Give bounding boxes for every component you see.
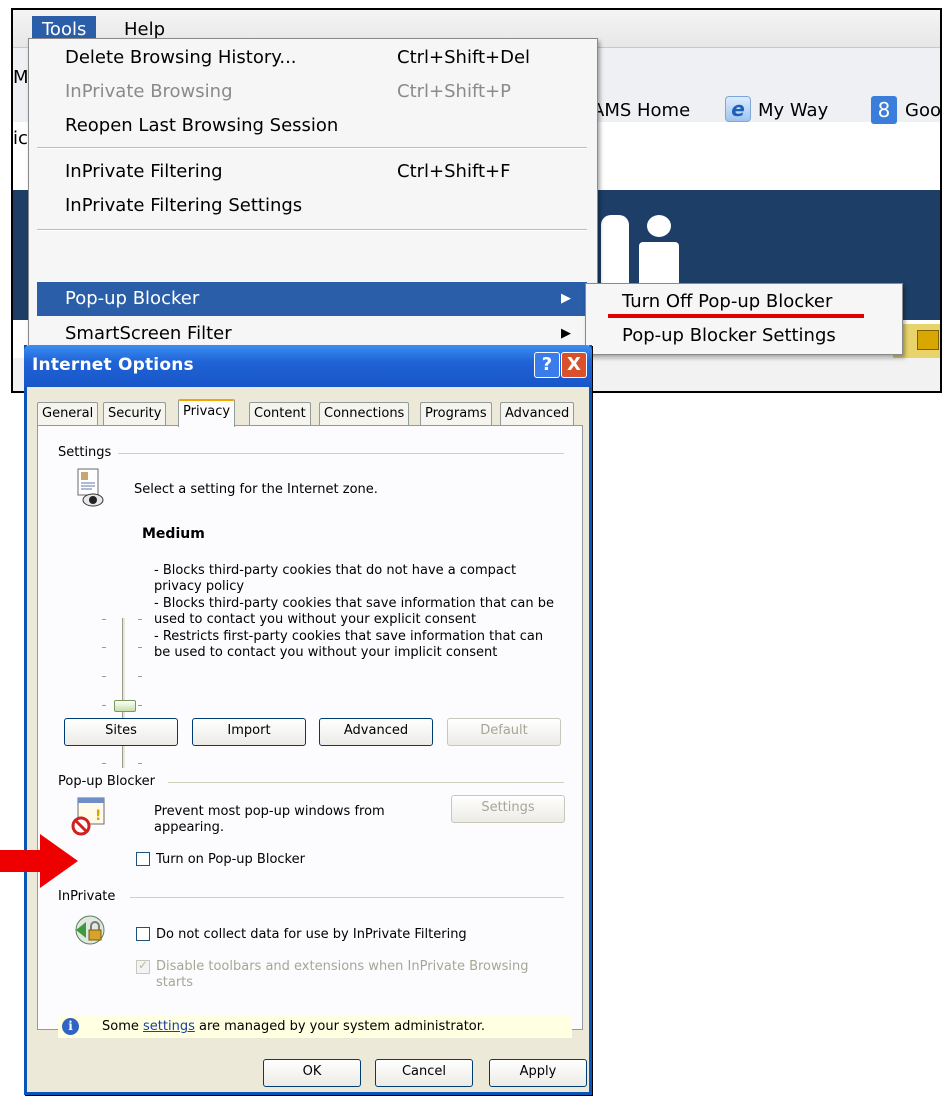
internet-explorer-icon: e: [725, 96, 751, 122]
favorites-partial-text: M: [13, 67, 29, 88]
tab-strip: General Security Privacy Content Connect…: [37, 399, 583, 427]
close-button[interactable]: X: [561, 352, 587, 378]
tab-privacy[interactable]: Privacy: [178, 399, 236, 427]
google-icon: 8: [871, 96, 897, 124]
advanced-button[interactable]: Advanced: [319, 718, 433, 746]
internet-options-dialog: Internet Options ? X General Security Pr…: [24, 345, 592, 1095]
favorite-google[interactable]: Goo: [905, 100, 940, 121]
address-partial-text: ic: [13, 128, 28, 149]
slider-tick: [138, 619, 142, 620]
ok-button[interactable]: OK: [263, 1059, 361, 1087]
inprivate-group-label: InPrivate: [58, 889, 122, 904]
dialog-titlebar[interactable]: Internet Options ? X: [24, 345, 592, 387]
import-button[interactable]: Import: [192, 718, 306, 746]
apply-button[interactable]: Apply: [489, 1059, 587, 1087]
tab-programs[interactable]: Programs: [420, 402, 492, 426]
slider-tick: [138, 763, 142, 764]
group-divider: [118, 453, 564, 454]
slider-tick: [102, 763, 106, 764]
tab-general[interactable]: General: [37, 402, 99, 426]
popup-blocker-group-label: Pop-up Blocker: [58, 774, 161, 789]
svg-text:!: !: [95, 808, 101, 824]
popup-blocked-icon: !: [68, 796, 108, 836]
privacy-level-label: Medium: [142, 526, 205, 542]
sites-button[interactable]: Sites: [64, 718, 178, 746]
favorite-my-way[interactable]: My Way: [758, 100, 828, 121]
menu-item-label: Pop-up Blocker: [65, 288, 200, 309]
slider-tick: [138, 676, 142, 677]
popup-blocker-submenu: Turn Off Pop-up Blocker Pop-up Blocker S…: [585, 283, 903, 355]
inprivate-filtering-label: Do not collect data for use by InPrivate…: [156, 927, 467, 942]
tab-security[interactable]: Security: [103, 402, 167, 426]
help-button[interactable]: ?: [534, 352, 560, 378]
inprivate-filtering-checkbox[interactable]: [136, 927, 150, 941]
menu-item-shortcut: Ctrl+Shift+P: [397, 81, 511, 102]
slider-tick: [102, 676, 106, 677]
red-arrow-icon: [0, 834, 80, 888]
disable-toolbars-checkbox: [136, 958, 150, 974]
tab-content[interactable]: Content: [249, 402, 311, 426]
settings-link[interactable]: settings: [143, 1019, 195, 1034]
menu-item-label: InPrivate Browsing: [65, 81, 233, 102]
disable-toolbars-label: Disable toolbars and extensions when InP…: [156, 959, 529, 990]
annotation-underline: [608, 314, 864, 318]
settings-group-label: Settings: [58, 445, 118, 460]
privacy-level-bullet-3: - Restricts first-party cookies that sav…: [154, 629, 544, 660]
privacy-slider-thumb[interactable]: [114, 700, 136, 712]
popup-blocker-description: Prevent most pop-up windows from appeari…: [154, 804, 385, 835]
menu-item-reopen-last-session[interactable]: Reopen Last Browsing Session: [37, 109, 587, 143]
menu-item-shortcut: Ctrl+Shift+F: [397, 161, 511, 182]
menu-item-label: Reopen Last Browsing Session: [65, 115, 339, 136]
menu-item-inprivate-filtering-settings[interactable]: InPrivate Filtering Settings: [37, 189, 587, 223]
menu-item-shortcut: Ctrl+Shift+Del: [397, 47, 531, 68]
book-icon[interactable]: [917, 330, 939, 350]
popup-settings-button: Settings: [451, 795, 565, 823]
slider-tick: [138, 705, 142, 706]
slider-tick: [102, 619, 106, 620]
default-button: Default: [447, 718, 561, 746]
privacy-level-bullet-2: - Blocks third-party cookies that save i…: [154, 596, 555, 627]
menu-item-delete-browsing-history[interactable]: Delete Browsing History... Ctrl+Shift+De…: [37, 41, 587, 75]
inprivate-lock-icon: [72, 912, 108, 948]
slider-tick: [102, 705, 106, 706]
slider-tick: [102, 647, 106, 648]
admin-info-bar: i Some settings are managed by your syst…: [58, 1016, 572, 1038]
tab-advanced[interactable]: Advanced: [500, 402, 575, 426]
menu-separator: [37, 147, 587, 149]
admin-info-text: Some settings are managed by your system…: [102, 1019, 486, 1034]
privacy-document-icon: [76, 468, 104, 508]
turn-on-popup-blocker-checkbox[interactable]: [136, 852, 150, 866]
menu-item-popup-blocker-settings[interactable]: Pop-up Blocker Settings: [592, 320, 898, 352]
menu-item-popup-blocker[interactable]: Pop-up Blocker ▶: [37, 282, 587, 316]
menu-item-inprivate-browsing: InPrivate Browsing Ctrl+Shift+P: [37, 75, 587, 109]
turn-on-popup-blocker-label: Turn on Pop-up Blocker: [156, 852, 305, 867]
menu-item-label: SmartScreen Filter: [65, 323, 232, 344]
tools-dropdown-menu: Delete Browsing History... Ctrl+Shift+De…: [28, 38, 598, 350]
dialog-title: Internet Options: [32, 355, 194, 375]
privacy-tab-panel: Settings Select a setting for the Intern…: [37, 425, 583, 1038]
menu-item-label: InPrivate Filtering: [65, 161, 223, 182]
menu-item-inprivate-filtering[interactable]: InPrivate Filtering Ctrl+Shift+F: [37, 155, 587, 189]
favorite-ams-home[interactable]: AMS Home: [592, 100, 690, 121]
slider-tick: [138, 647, 142, 648]
submenu-arrow-icon: ▶: [561, 291, 571, 306]
site-logo: [601, 215, 629, 293]
group-divider: [168, 782, 564, 783]
menu-item-label: Delete Browsing History...: [65, 47, 297, 68]
menu-separator: [37, 229, 587, 231]
site-logo-dot: [647, 215, 671, 237]
privacy-level-bullet-1: - Blocks third-party cookies that do not…: [154, 563, 517, 594]
group-divider: [130, 897, 564, 898]
info-icon: i: [62, 1018, 79, 1035]
settings-description: Select a setting for the Internet zone.: [134, 482, 378, 497]
menu-item-label: InPrivate Filtering Settings: [65, 195, 303, 216]
tab-connections[interactable]: Connections: [319, 402, 410, 426]
cancel-button[interactable]: Cancel: [375, 1059, 473, 1087]
